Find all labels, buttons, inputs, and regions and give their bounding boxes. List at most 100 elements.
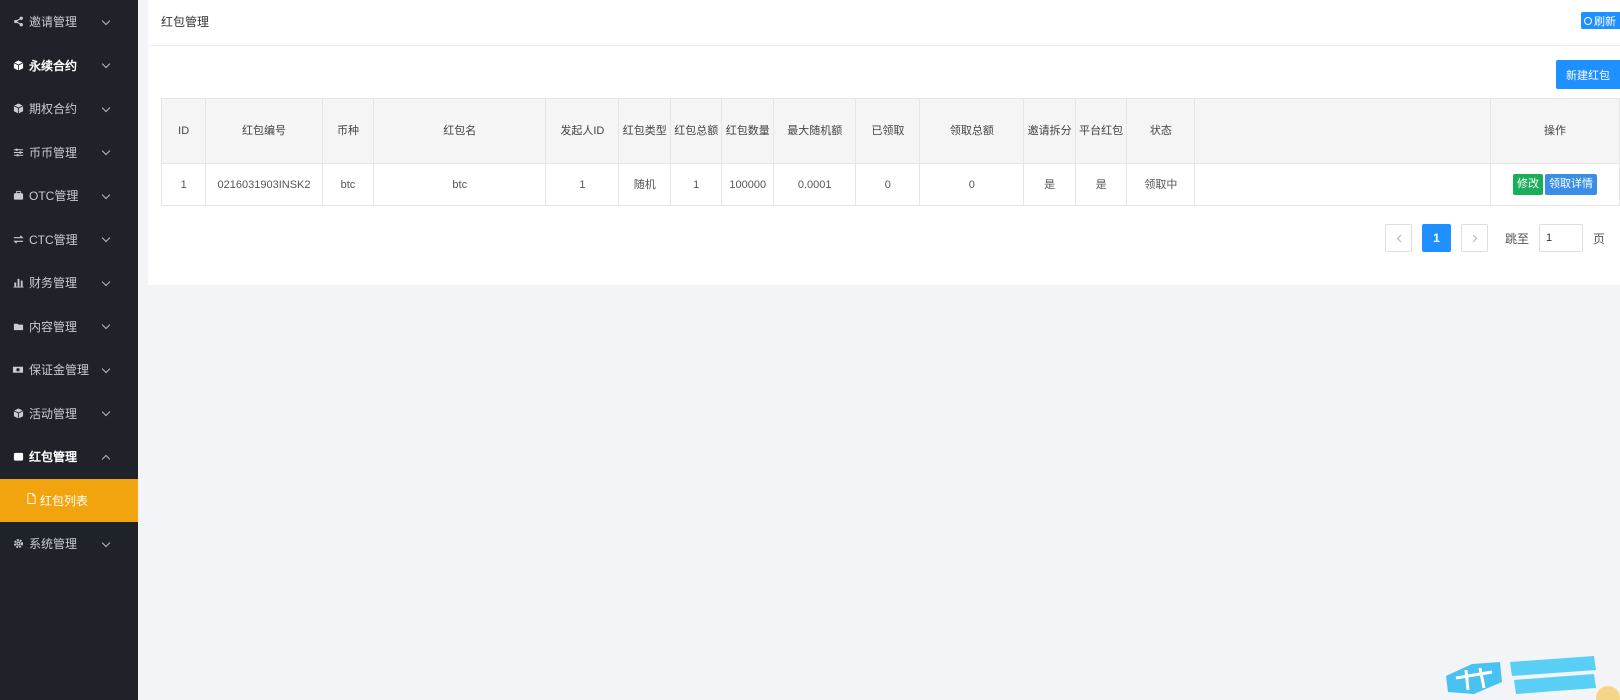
chevron-down-icon xyxy=(101,408,111,417)
col-name[interactable]: 红包名 xyxy=(373,98,547,164)
chevron-down-icon xyxy=(101,190,111,199)
col-coin[interactable]: 币种 xyxy=(321,98,375,164)
page-title: 红包管理 xyxy=(161,15,210,29)
cube-icon xyxy=(12,407,24,419)
card-header: 红包管理 刷新 xyxy=(148,0,1620,46)
share-icon xyxy=(12,16,24,28)
new-redpacket-button[interactable]: 新建红包 xyxy=(1556,60,1620,89)
nav-label: 邀请管理 xyxy=(29,15,78,30)
col-count[interactable]: 红包数量 xyxy=(721,98,774,164)
bar-chart-icon xyxy=(12,277,24,289)
redpacket-table: ID 红包编号 币种 红包名 发起人ID 红包类型 红包总额 红包数量 最大随机… xyxy=(160,98,1620,206)
refresh-label: 刷新 xyxy=(1594,15,1616,28)
col-id[interactable]: ID xyxy=(160,98,207,164)
nav-label: OTC管理 xyxy=(29,189,79,204)
chevron-left-icon xyxy=(1396,234,1401,242)
chevron-down-icon xyxy=(101,103,111,112)
nav-content[interactable]: 内容管理 xyxy=(0,305,138,349)
chevron-down-icon xyxy=(101,364,111,373)
nav-label: 红包管理 xyxy=(29,450,78,465)
cell-total: 1 xyxy=(669,163,723,206)
chevron-up-icon xyxy=(101,454,111,463)
nav-label: 永续合约 xyxy=(29,58,78,73)
prev-page-button[interactable] xyxy=(1385,224,1412,252)
nav-finance[interactable]: 财务管理 xyxy=(0,261,138,305)
cell-coin: btc xyxy=(321,163,375,206)
cell-count: 100000 xyxy=(721,163,774,206)
col-status[interactable]: 状态 xyxy=(1126,98,1196,164)
watermark-logo xyxy=(1446,656,1620,700)
nav-redpacket[interactable]: 红包管理 xyxy=(0,435,138,479)
nav-label: 内容管理 xyxy=(29,319,78,334)
cell-id: 1 xyxy=(160,163,207,206)
nav-system[interactable]: 系统管理 xyxy=(0,522,138,566)
chevron-down-icon xyxy=(101,16,111,25)
col-actions: 操作 xyxy=(1490,98,1620,164)
jump-page-input[interactable] xyxy=(1539,224,1584,252)
nav-label: 币币管理 xyxy=(29,145,78,160)
cell-platform: 是 xyxy=(1074,163,1128,206)
nav-redpacket-list[interactable]: 红包列表 xyxy=(0,478,138,522)
sliders-icon xyxy=(12,146,24,158)
nav-label: 红包列表 xyxy=(40,493,89,508)
money-icon xyxy=(12,364,24,376)
col-claimed[interactable]: 已领取 xyxy=(855,98,921,164)
nav-margin[interactable]: 保证金管理 xyxy=(0,348,138,392)
sidebar: 邀请管理 永续合约 期权合约 币币管理 OTC管理 CTC管理 财务管理 内容管… xyxy=(0,0,138,700)
cube-icon xyxy=(12,103,24,115)
refresh-icon xyxy=(1584,16,1592,25)
next-page-button[interactable] xyxy=(1461,224,1488,252)
cube-icon xyxy=(12,59,24,71)
chevron-right-icon xyxy=(1472,234,1477,242)
wallet-icon xyxy=(12,451,24,463)
briefcase-icon xyxy=(12,190,24,202)
nav-label: CTC管理 xyxy=(29,232,78,247)
cell-status: 领取中 xyxy=(1126,163,1196,206)
chevron-down-icon xyxy=(101,234,111,243)
nav-otc[interactable]: OTC管理 xyxy=(0,174,138,218)
table-row: 1 0216031903INSK2 btc btc 1 随机 1 100000 … xyxy=(160,163,1620,206)
col-spacer xyxy=(1194,98,1492,164)
nav-invite[interactable]: 邀请管理 xyxy=(0,0,138,44)
table-header-row: ID 红包编号 币种 红包名 发起人ID 红包类型 红包总额 红包数量 最大随机… xyxy=(160,98,1620,164)
cell-invite: 是 xyxy=(1023,163,1076,206)
col-invite[interactable]: 邀请拆分 xyxy=(1023,98,1076,164)
jump-label: 跳至 xyxy=(1505,231,1530,246)
col-code[interactable]: 红包编号 xyxy=(205,98,323,164)
chevron-down-icon xyxy=(101,60,111,69)
nav-label: 系统管理 xyxy=(29,537,78,552)
cell-type: 随机 xyxy=(618,163,671,206)
content-card: 红包管理 刷新 新建红包 ID 红包编号 币种 红包名 发起人ID 红包类型 红… xyxy=(148,0,1620,285)
nav-ctc[interactable]: CTC管理 xyxy=(0,218,138,262)
cell-claimed: 0 xyxy=(855,163,921,206)
col-type[interactable]: 红包类型 xyxy=(618,98,671,164)
file-icon xyxy=(27,493,36,507)
col-total[interactable]: 红包总额 xyxy=(669,98,723,164)
cell-max: 0.0001 xyxy=(772,163,857,206)
refresh-button[interactable]: 刷新 xyxy=(1581,12,1620,29)
cell-creator: 1 xyxy=(545,163,620,206)
chevron-down-icon xyxy=(101,321,111,330)
chevron-down-icon xyxy=(101,538,111,547)
nav-perpetual[interactable]: 永续合约 xyxy=(0,44,138,88)
exchange-icon xyxy=(12,233,24,245)
page-1-button[interactable]: 1 xyxy=(1422,224,1451,252)
col-max[interactable]: 最大随机额 xyxy=(772,98,857,164)
col-creator[interactable]: 发起人ID xyxy=(545,98,620,164)
folder-icon xyxy=(12,320,24,332)
col-claimed-total[interactable]: 领取总额 xyxy=(919,98,1025,164)
cell-code: 0216031903INSK2 xyxy=(205,163,323,206)
cell-claimed-total: 0 xyxy=(919,163,1025,206)
nav-activity[interactable]: 活动管理 xyxy=(0,392,138,436)
edit-button[interactable]: 修改 xyxy=(1513,174,1544,195)
claim-detail-button[interactable]: 领取详情 xyxy=(1545,174,1598,195)
cell-name: btc xyxy=(373,163,547,206)
nav-options[interactable]: 期权合约 xyxy=(0,87,138,131)
cell-actions: 修改 领取详情 xyxy=(1490,163,1620,206)
nav-label: 财务管理 xyxy=(29,276,78,291)
nav-label: 活动管理 xyxy=(29,406,78,421)
cell-spacer xyxy=(1194,163,1492,206)
col-platform[interactable]: 平台红包 xyxy=(1074,98,1128,164)
nav-coin[interactable]: 币币管理 xyxy=(0,131,138,175)
chevron-down-icon xyxy=(101,147,111,156)
